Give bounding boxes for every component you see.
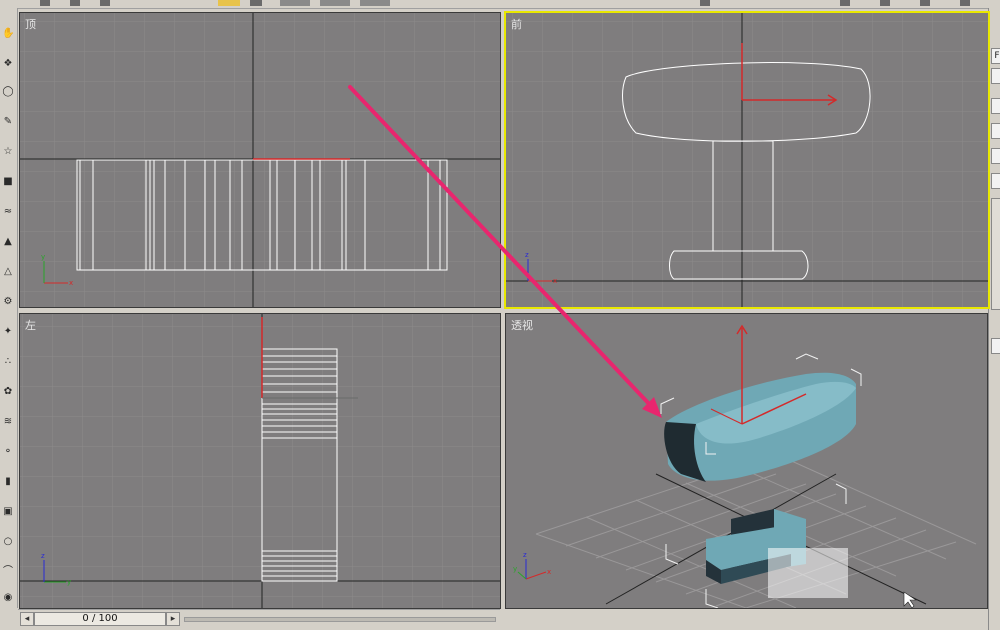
axis-label-x: x — [547, 568, 551, 576]
cylinder-icon[interactable]: ▮ — [2, 476, 14, 488]
triangle-icon[interactable]: △ — [2, 266, 14, 278]
viewport-perspective[interactable]: x z y 透视 — [505, 313, 988, 609]
wave-icon[interactable]: ≋ — [2, 416, 14, 428]
left-toolbar: ✋ ❖ ◯ ✎ ☆ ■ ≈ ▲ △ ⚙ ✦ ∴ ✿ ≋ ⚬ ▮ ▣ ○ ⌒ ◉ — [0, 8, 18, 608]
box-icon[interactable]: ▣ — [2, 506, 14, 518]
panel-tab[interactable]: F — [991, 48, 1000, 64]
toolbar-icon[interactable] — [920, 0, 930, 6]
watermark-block — [768, 548, 848, 598]
panel-tab[interactable] — [991, 68, 1000, 84]
lock-icon[interactable]: ◉ — [2, 592, 14, 604]
viewport-label[interactable]: 前 — [511, 16, 522, 32]
main-toolbar — [0, 0, 1000, 9]
select-tool-icon[interactable] — [218, 0, 240, 6]
bucket-icon[interactable]: ▲ — [2, 236, 14, 248]
arrow-right-icon[interactable]: ▸ — [166, 612, 180, 626]
toolbar-icon[interactable] — [700, 0, 710, 6]
axis-label-x: x — [553, 277, 557, 285]
toolbar-icon[interactable] — [70, 0, 80, 6]
panel-scroll[interactable] — [991, 198, 1000, 310]
viewport-top[interactable]: x y 顶 — [19, 12, 501, 308]
panel-tab[interactable] — [991, 173, 1000, 189]
gear-icon[interactable]: ⚙ — [2, 296, 14, 308]
viewport-label[interactable]: 顶 — [25, 16, 36, 32]
viewport-label[interactable]: 左 — [25, 317, 36, 333]
front-view-canvas: x z — [506, 13, 988, 307]
star-icon[interactable]: ☆ — [2, 146, 14, 158]
brush-icon[interactable]: ∴ — [2, 356, 14, 368]
arrow-left-icon[interactable]: ◂ — [20, 612, 34, 626]
orbit-icon[interactable]: ◯ — [2, 86, 14, 98]
panel-tab[interactable] — [991, 123, 1000, 139]
grid — [506, 13, 988, 307]
wand-icon[interactable]: ✦ — [2, 326, 14, 338]
viewport-label[interactable]: 透视 — [511, 317, 533, 333]
feather-icon[interactable]: ✿ — [2, 386, 14, 398]
timeline-bar: ◂ 0 / 100 ▸ — [18, 609, 500, 628]
grid — [20, 314, 500, 608]
panel-tab[interactable] — [991, 338, 1000, 354]
axis-label-x: x — [69, 279, 73, 287]
toolbar-icon[interactable] — [960, 0, 970, 6]
pin-icon[interactable]: ❖ — [2, 58, 14, 70]
toolbar-icon[interactable] — [40, 0, 50, 6]
toolbar-icon[interactable] — [280, 0, 310, 6]
arc-icon[interactable]: ⌒ — [2, 566, 14, 578]
axis-label-z: z — [41, 552, 45, 560]
pencil-icon[interactable]: ✎ — [2, 116, 14, 128]
panel-tab[interactable] — [991, 98, 1000, 114]
hand-icon[interactable]: ✋ — [2, 28, 14, 40]
toolbar-icon[interactable] — [880, 0, 890, 6]
axis-label-z: z — [523, 551, 527, 559]
perspective-view-canvas: x z y — [506, 314, 987, 608]
camera-icon[interactable]: ■ — [2, 176, 14, 188]
axis-label-y: y — [513, 565, 517, 573]
spring-icon[interactable]: ≈ — [2, 206, 14, 218]
toolbar-icon[interactable] — [250, 0, 262, 6]
time-slider[interactable]: 0 / 100 — [34, 612, 166, 626]
viewport-left[interactable]: y z 左 — [19, 313, 501, 609]
panel-tab[interactable] — [991, 148, 1000, 164]
circle-icon[interactable]: ○ — [2, 536, 14, 548]
axis-label-y: y — [67, 578, 71, 586]
toolbar-icon[interactable] — [320, 0, 350, 6]
toolbar-icon[interactable] — [100, 0, 110, 6]
axis-label-z: z — [525, 251, 529, 259]
toolbar-icon[interactable] — [840, 0, 850, 6]
viewport-front[interactable]: x z 前 — [504, 11, 990, 309]
top-view-canvas: x y — [20, 13, 500, 307]
timeline-track[interactable] — [184, 617, 496, 622]
toolbar-icon[interactable] — [360, 0, 390, 6]
axis-label-y: y — [41, 253, 45, 261]
ear-icon[interactable]: ⚬ — [2, 446, 14, 458]
left-view-canvas: y z — [20, 314, 500, 608]
